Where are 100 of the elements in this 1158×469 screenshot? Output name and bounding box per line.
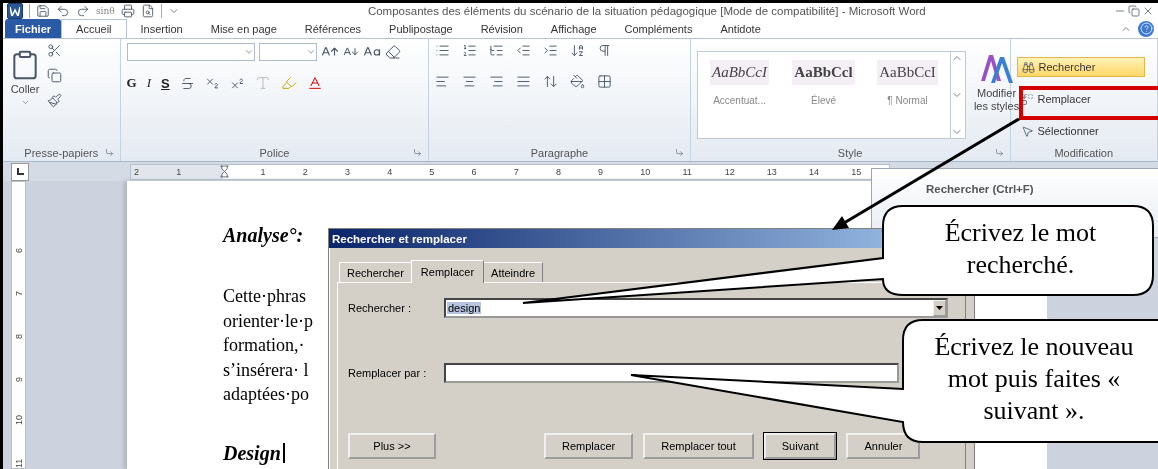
style-preview[interactable]: AaBbCcI bbox=[710, 60, 769, 85]
redo-icon[interactable] bbox=[76, 4, 90, 18]
paragraph-line: Cette·phras bbox=[223, 285, 306, 308]
restore-icon[interactable] bbox=[1128, 5, 1140, 17]
bullets-icon[interactable] bbox=[435, 43, 451, 58]
decrease-indent-icon[interactable] bbox=[516, 43, 532, 58]
format-button[interactable]: S bbox=[161, 75, 170, 91]
ruler-number: 11 bbox=[13, 457, 24, 468]
print-preview-icon[interactable] bbox=[140, 4, 155, 18]
ruler-number: 3 bbox=[344, 166, 351, 177]
document-heading: Design bbox=[223, 440, 281, 465]
ribbon-tab[interactable]: Références bbox=[290, 19, 376, 38]
change-styles-button[interactable]: Modifier les styles bbox=[971, 87, 1022, 113]
font-color-icon[interactable] bbox=[306, 75, 323, 91]
group-label: Modification bbox=[1054, 147, 1114, 159]
style-label: ¶ Normal bbox=[887, 95, 928, 106]
window-title: Composantes des éléments du scénario de la situation pédagogique [Mode de compatibilité] - Microsoft Word bbox=[366, 5, 927, 17]
dialog-button[interactable]: Remplacer tout bbox=[643, 433, 754, 459]
editing-button[interactable]: Sélectionner bbox=[1016, 121, 1145, 141]
group-label: Presse-papiers bbox=[24, 147, 99, 159]
subscript-icon[interactable] bbox=[204, 75, 220, 91]
callout-text: Écrivez le nouveau mot puis faites « suivant ». bbox=[933, 331, 1135, 427]
superscript-icon[interactable] bbox=[229, 75, 245, 91]
dialog-tab[interactable]: Rechercher bbox=[339, 262, 412, 282]
copy-icon[interactable] bbox=[47, 68, 62, 83]
dialog-button[interactable]: Remplacer bbox=[544, 433, 634, 459]
ruler-number: 8 bbox=[555, 166, 562, 177]
clear-formatting-icon[interactable] bbox=[384, 44, 401, 60]
ruler-number: 5 bbox=[429, 166, 436, 177]
ribbon-tab[interactable]: Accueil bbox=[61, 19, 127, 38]
increase-indent-icon[interactable] bbox=[543, 43, 559, 58]
word-logo[interactable] bbox=[7, 3, 23, 19]
cut-icon[interactable] bbox=[47, 43, 62, 58]
input-field[interactable]: design bbox=[444, 298, 948, 318]
dialog-tab[interactable]: Atteindre bbox=[483, 262, 544, 282]
paste-button[interactable]: Coller bbox=[10, 83, 40, 96]
editing-button[interactable]: Rechercher bbox=[1016, 57, 1145, 77]
ribbon-tab[interactable]: Fichier bbox=[5, 19, 62, 38]
close-icon[interactable] bbox=[1142, 5, 1154, 17]
numbering-icon[interactable] bbox=[462, 43, 478, 58]
ribbon-tab[interactable]: Affichage bbox=[536, 19, 611, 38]
ribbon-tab[interactable]: Révision bbox=[466, 19, 537, 38]
style-preview[interactable]: AaBbCcl bbox=[792, 60, 855, 85]
justify-icon[interactable] bbox=[516, 74, 532, 89]
style-preview[interactable]: AaBbCcI bbox=[877, 60, 938, 85]
launcher-icon[interactable] bbox=[104, 148, 114, 157]
align-center-icon[interactable] bbox=[462, 74, 478, 89]
formula-button[interactable]: sinθ bbox=[96, 6, 115, 16]
paragraph-line: orienter·le·p bbox=[223, 309, 313, 333]
dropdown-button[interactable] bbox=[933, 300, 946, 316]
document-heading: Analyse°: bbox=[223, 223, 304, 247]
ribbon-tab[interactable]: Antidote bbox=[706, 19, 775, 38]
align-left-icon[interactable] bbox=[435, 74, 451, 89]
save-icon[interactable] bbox=[36, 4, 50, 18]
pilcrow-icon[interactable] bbox=[597, 43, 613, 58]
multilevel-list-icon[interactable] bbox=[489, 43, 505, 58]
text-cursor bbox=[282, 442, 285, 463]
format-button[interactable]: G bbox=[126, 75, 137, 91]
tab-selector[interactable] bbox=[11, 162, 29, 181]
ribbon-tab[interactable]: Compléments bbox=[610, 19, 707, 38]
line-spacing-icon[interactable] bbox=[543, 74, 559, 89]
paragraph-line: formation,· bbox=[223, 334, 305, 357]
ribbon-tab[interactable]: Publipostage bbox=[375, 19, 467, 38]
format-button[interactable]: I bbox=[146, 75, 152, 91]
binoculars-icon[interactable] bbox=[1021, 60, 1035, 74]
launcher-icon[interactable] bbox=[994, 148, 1004, 157]
group-label: Police bbox=[259, 147, 290, 159]
tooltip-title: Rechercher (Ctrl+F) bbox=[926, 183, 1034, 195]
ruler-number: 7 bbox=[513, 166, 520, 177]
printer-icon[interactable] bbox=[120, 4, 135, 18]
undo-icon[interactable] bbox=[56, 4, 70, 18]
strikethrough-icon[interactable] bbox=[179, 75, 195, 91]
align-right-icon[interactable] bbox=[489, 74, 505, 89]
launcher-icon[interactable] bbox=[413, 148, 423, 157]
ruler-number: 7 bbox=[13, 290, 24, 296]
ruler-number: 10 bbox=[640, 166, 652, 177]
group-label: Paragraphe bbox=[530, 147, 589, 159]
paragraph-line: s’insérera· l bbox=[223, 358, 309, 382]
dialog-button[interactable]: Annuler bbox=[846, 433, 921, 459]
ribbon-tab[interactable]: Insertion bbox=[126, 19, 197, 38]
ruler-number: 1 bbox=[260, 166, 267, 177]
caret-icon bbox=[936, 306, 943, 310]
pointer-icon[interactable] bbox=[1020, 124, 1034, 138]
dialog-tab[interactable]: Remplacer bbox=[410, 260, 485, 283]
format-painter-icon[interactable] bbox=[47, 93, 62, 108]
sort-icon[interactable] bbox=[570, 43, 586, 58]
ruler-number: 2 bbox=[134, 166, 140, 177]
dialog-button[interactable]: Suivant bbox=[763, 433, 837, 459]
launcher-icon[interactable] bbox=[674, 148, 684, 157]
field-label: Rechercher : bbox=[348, 302, 412, 314]
ribbon-tab[interactable]: Mise en page bbox=[196, 19, 291, 38]
ruler-number: 6 bbox=[13, 247, 24, 253]
indent-marker-icon[interactable] bbox=[218, 165, 232, 178]
ruler-number: 12 bbox=[724, 166, 736, 177]
input-field[interactable] bbox=[444, 363, 899, 383]
replace-icon[interactable] bbox=[1020, 92, 1034, 106]
ruler-number: 9 bbox=[598, 166, 605, 177]
dialog-button[interactable]: Plus >> bbox=[348, 433, 436, 459]
borders-icon[interactable] bbox=[597, 74, 613, 89]
shading-icon[interactable] bbox=[570, 74, 586, 89]
